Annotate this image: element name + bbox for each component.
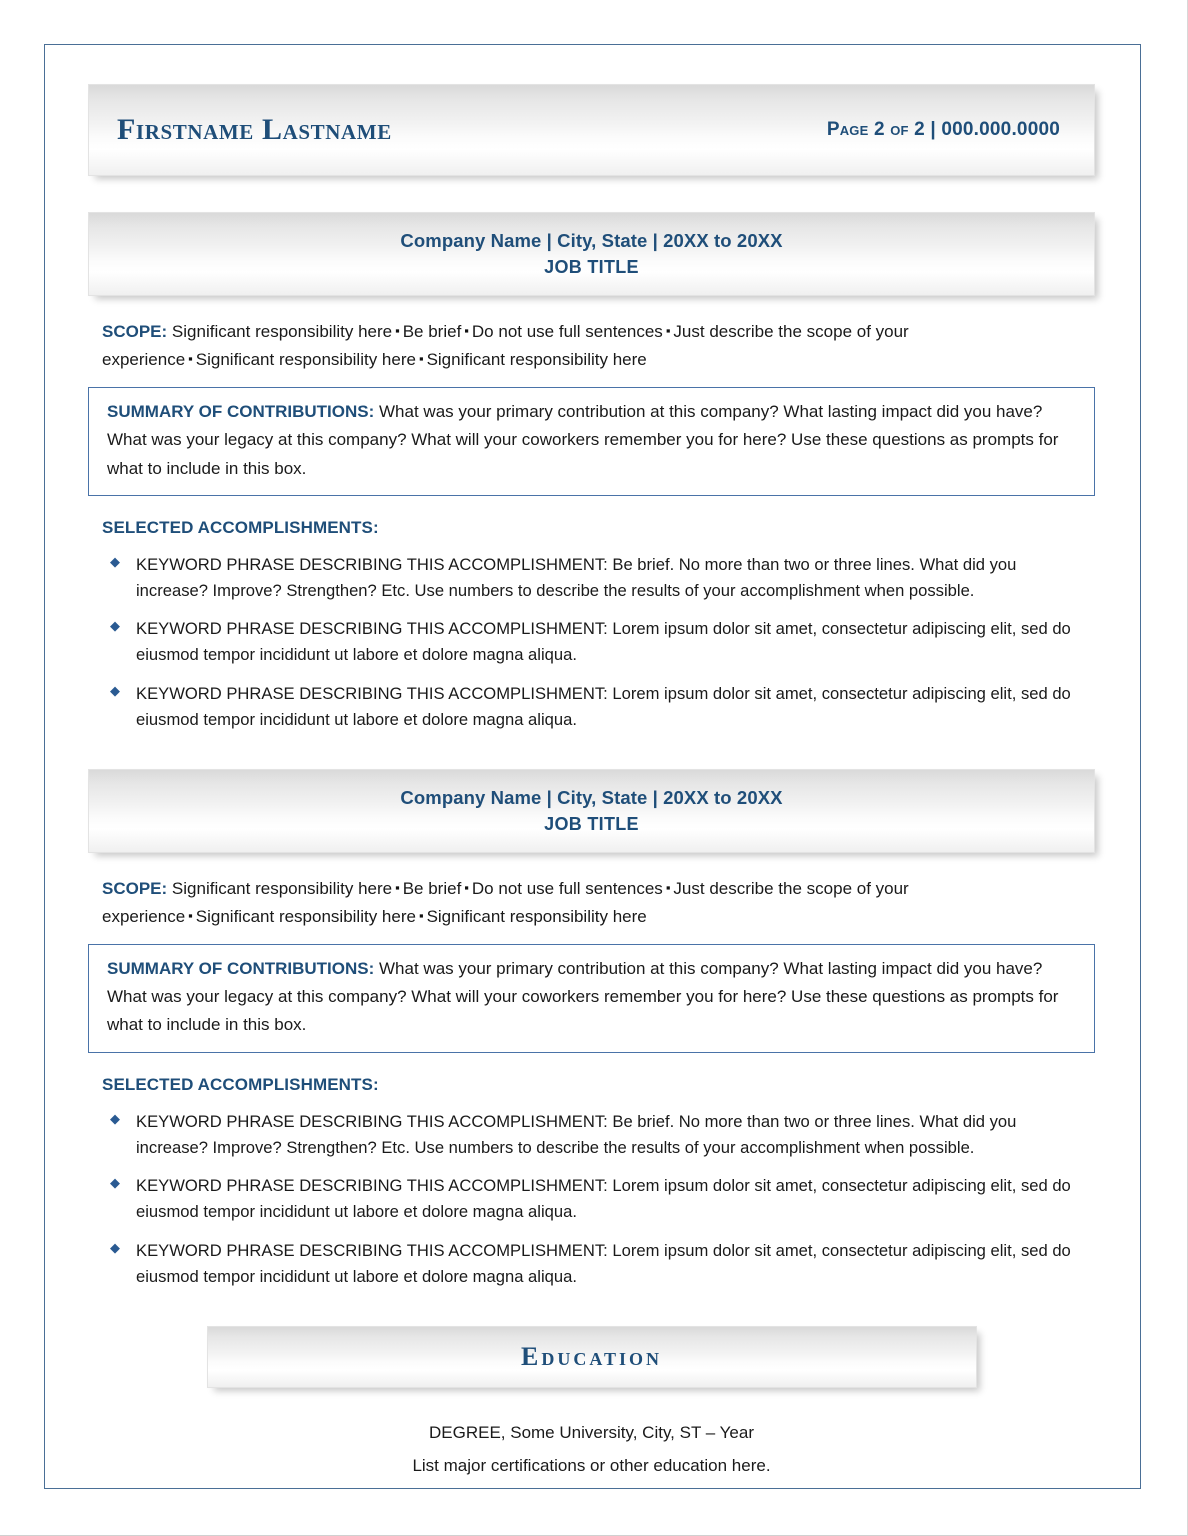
experience-entry: Company Name | City, State | 20XX to 20X… [88, 768, 1095, 1290]
accomplishment-text: KEYWORD PHRASE DESCRIBING THIS ACCOMPLIS… [136, 554, 1017, 600]
company-name-location-dates: Company Name | City, State | 20XX to 20X… [400, 786, 783, 808]
page-content: Firstname Lastname Page 2 of 2 | 000.000… [44, 44, 1141, 1489]
scope-separator-icon: ▪ [665, 323, 671, 338]
selected-accomplishments-heading: SELECTED ACCOMPLISHMENTS: [102, 1074, 379, 1094]
diamond-bullet-icon: ◆ [110, 553, 120, 569]
education-section-bar: Education [206, 1325, 977, 1388]
list-item: ◆ KEYWORD PHRASE DESCRIBING THIS ACCOMPLI… [88, 552, 1095, 604]
summary-label: SUMMARY OF CONTRIBUTIONS: [107, 402, 375, 422]
job-title: JOB TITLE [544, 814, 639, 835]
scope-item: Significant responsibility here [171, 878, 393, 898]
selected-accomplishments-heading: SELECTED ACCOMPLISHMENTS: [102, 517, 379, 537]
experience-entry: Company Name | City, State | 20XX to 20X… [88, 212, 1095, 733]
education-details: DEGREE, Some University, City, ST – Year… [88, 1416, 1095, 1482]
diamond-bullet-icon: ◆ [110, 1110, 120, 1126]
scope-label: SCOPE: [102, 878, 168, 898]
scope-separator-icon: ▪ [418, 350, 424, 366]
list-item: ◆ KEYWORD PHRASE DESCRIBING THIS ACCOMPLI… [88, 1238, 1095, 1290]
summary-of-contributions-box: SUMMARY OF CONTRIBUTIONS: What was your … [88, 387, 1095, 496]
scope-paragraph: SCOPE: Significant responsibility here ▪ B… [102, 318, 1032, 373]
scope-item: Significant responsibility here [171, 322, 393, 341]
education-heading: Education [520, 1341, 662, 1371]
scope-item: Significant responsibility here [426, 906, 647, 926]
list-item: ◆ KEYWORD PHRASE DESCRIBING THIS ACCOMPLI… [88, 1173, 1095, 1225]
scope-separator-icon: ▪ [395, 879, 400, 895]
accomplishments-list: ◆ KEYWORD PHRASE DESCRIBING THIS ACCOMPLI… [88, 552, 1095, 733]
page-title: Firstname Lastname [117, 113, 392, 146]
scope-separator-icon: ▪ [188, 350, 193, 366]
experience-sections: Company Name | City, State | 20XX to 20X… [88, 212, 1095, 1290]
company-header-bar: Company Name | City, State | 20XX to 20X… [88, 212, 1095, 296]
accomplishment-text: KEYWORD PHRASE DESCRIBING THIS ACCOMPLIS… [136, 1111, 1017, 1157]
page-number-and-phone: Page 2 of 2 | 000.000.0000 [826, 119, 1060, 140]
list-item: ◆ KEYWORD PHRASE DESCRIBING THIS ACCOMPLI… [88, 681, 1095, 733]
company-header-bar: Company Name | City, State | 20XX to 20X… [88, 768, 1095, 853]
accomplishment-text: KEYWORD PHRASE DESCRIBING THIS ACCOMPLIS… [136, 684, 1071, 730]
page-header-bar: Firstname Lastname Page 2 of 2 | 000.000… [88, 84, 1095, 176]
list-item: ◆ KEYWORD PHRASE DESCRIBING THIS ACCOMPLI… [88, 616, 1095, 668]
scope-item: Be brief [402, 322, 462, 341]
company-name-location-dates: Company Name | City, State | 20XX to 20X… [400, 229, 783, 251]
scope-item: Be brief [402, 878, 462, 898]
scope-separator-icon: ▪ [665, 879, 671, 895]
scope-separator-icon: ▪ [464, 879, 469, 895]
scope-item: Significant responsibility here [195, 906, 416, 926]
list-item: ◆ KEYWORD PHRASE DESCRIBING THIS ACCOMPLI… [88, 1109, 1095, 1161]
education-certifications-line: List major certifications or other educa… [412, 1456, 771, 1476]
scope-separator-icon: ▪ [188, 907, 193, 923]
summary-of-contributions-box: SUMMARY OF CONTRIBUTIONS: What was your … [88, 944, 1095, 1053]
diamond-bullet-icon: ◆ [110, 1175, 120, 1191]
scope-separator-icon: ▪ [395, 323, 400, 338]
diamond-bullet-icon: ◆ [110, 618, 120, 634]
job-title: JOB TITLE [544, 257, 639, 278]
diamond-bullet-icon: ◆ [110, 1240, 120, 1256]
accomplishment-text: KEYWORD PHRASE DESCRIBING THIS ACCOMPLIS… [136, 1176, 1071, 1222]
education-degree-line: DEGREE, Some University, City, ST – Year [428, 1422, 754, 1442]
scope-item: Do not use full sentences [471, 322, 663, 341]
scope-item: Do not use full sentences [471, 878, 663, 898]
scope-paragraph: SCOPE: Significant responsibility here ▪ B… [102, 875, 1032, 930]
summary-paragraph: SUMMARY OF CONTRIBUTIONS: What was your … [107, 398, 1080, 483]
accomplishment-text: KEYWORD PHRASE DESCRIBING THIS ACCOMPLIS… [136, 1241, 1071, 1287]
scope-separator-icon: ▪ [418, 907, 424, 923]
scope-item: Significant responsibility here [426, 349, 647, 369]
scope-item: Significant responsibility here [195, 349, 416, 369]
accomplishment-text: KEYWORD PHRASE DESCRIBING THIS ACCOMPLIS… [136, 619, 1071, 665]
summary-paragraph: SUMMARY OF CONTRIBUTIONS: What was your … [107, 955, 1080, 1040]
accomplishments-list: ◆ KEYWORD PHRASE DESCRIBING THIS ACCOMPLI… [88, 1109, 1095, 1290]
resume-page: Firstname Lastname Page 2 of 2 | 000.000… [0, 0, 1188, 1536]
summary-label: SUMMARY OF CONTRIBUTIONS: [107, 959, 375, 979]
scope-separator-icon: ▪ [464, 323, 469, 338]
scope-label: SCOPE: [102, 322, 168, 341]
diamond-bullet-icon: ◆ [110, 683, 120, 699]
